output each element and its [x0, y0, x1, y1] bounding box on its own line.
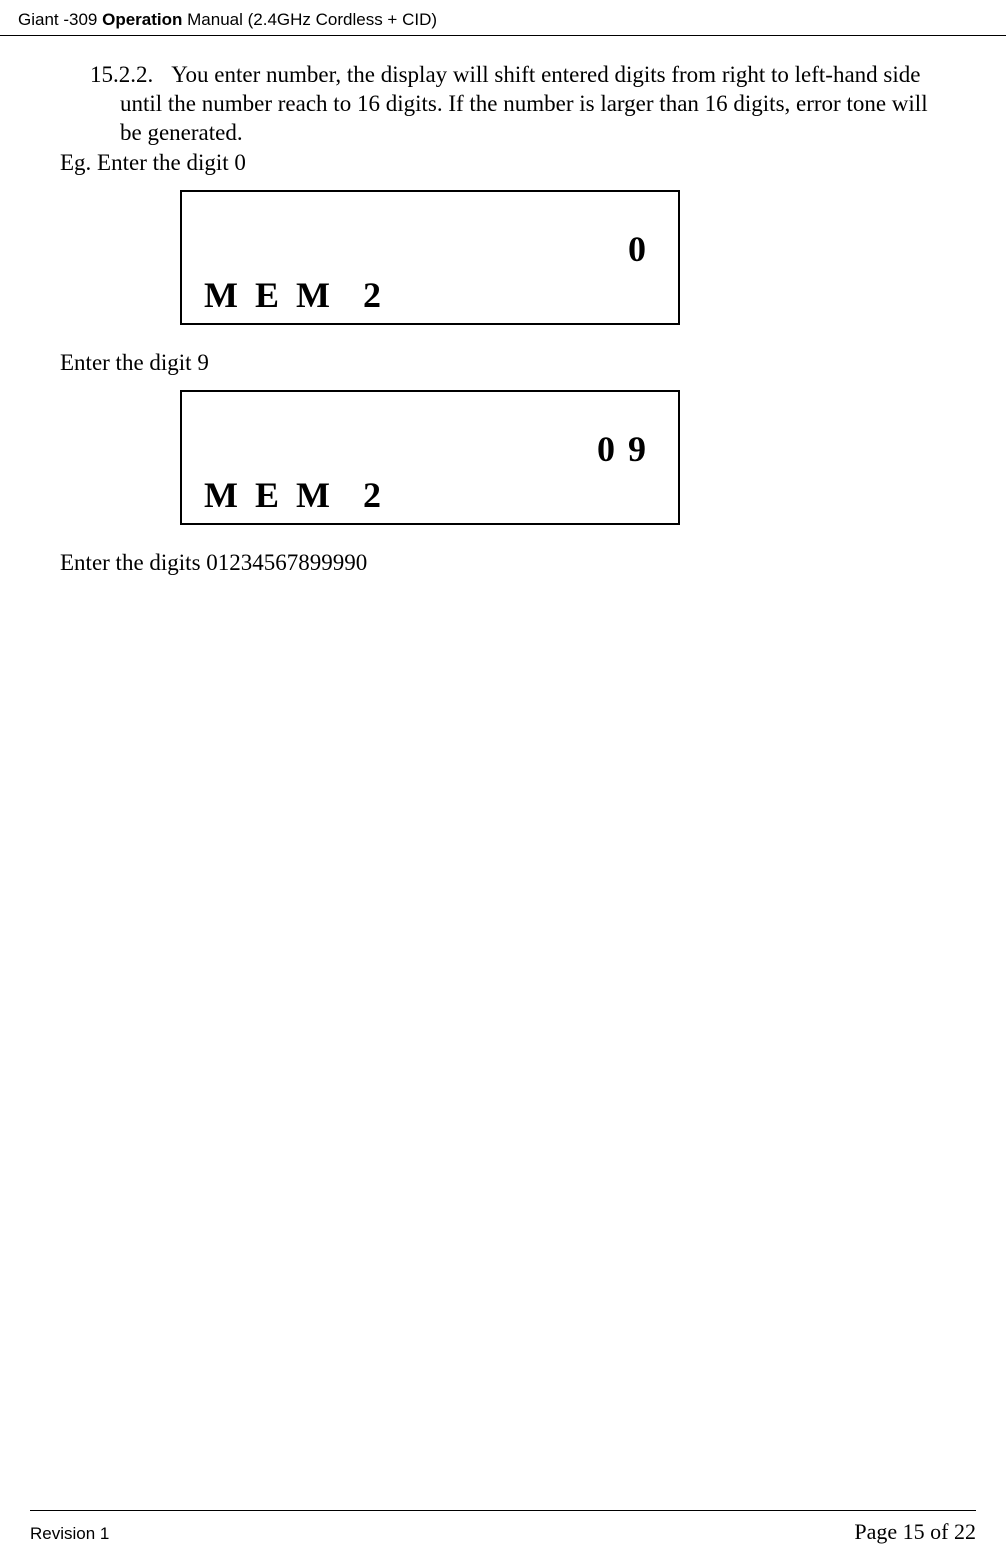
footer-revision: Revision 1: [30, 1524, 109, 1544]
section-line1: You enter number, the display will shift…: [171, 61, 946, 90]
display1-mem: M E M 2: [200, 277, 660, 313]
footer-divider: [30, 1510, 976, 1511]
page-footer: Revision 1 Page 15 of 22: [0, 1510, 1006, 1565]
display2-mem: M E M 2: [200, 477, 660, 513]
page-content: 15.2.2. You enter number, the display wi…: [0, 36, 1006, 578]
page-header: Giant -309 Operation Manual (2.4GHz Cord…: [0, 0, 1006, 36]
header-title-rest: Manual (2.4GHz Cordless + CID): [182, 10, 437, 29]
footer-row: Revision 1 Page 15 of 22: [30, 1519, 976, 1545]
example-line-1: Eg. Enter the digit 0: [60, 149, 946, 178]
footer-page-number: Page 15 of 22: [854, 1519, 976, 1545]
lcd-display-2: 0 9 M E M 2: [180, 390, 680, 525]
display2-mem-label: M E M: [204, 475, 334, 515]
example-line-2: Enter the digit 9: [60, 349, 946, 378]
display1-mem-num: 2: [363, 275, 385, 315]
display1-mem-label: M E M: [204, 275, 334, 315]
header-title-bold: Operation: [102, 10, 182, 29]
section-15-2-2: 15.2.2. You enter number, the display wi…: [60, 61, 946, 90]
section-number: 15.2.2.: [90, 61, 153, 90]
section-line3: be generated.: [120, 119, 946, 148]
display2-digits: 0 9: [200, 431, 660, 467]
example-line-3: Enter the digits 01234567899990: [60, 549, 946, 578]
section-line2: until the number reach to 16 digits. If …: [120, 90, 946, 119]
display2-mem-num: 2: [363, 475, 385, 515]
header-product: Giant -309: [18, 10, 102, 29]
display1-digits: 0: [200, 231, 660, 267]
lcd-display-1: 0 M E M 2: [180, 190, 680, 325]
